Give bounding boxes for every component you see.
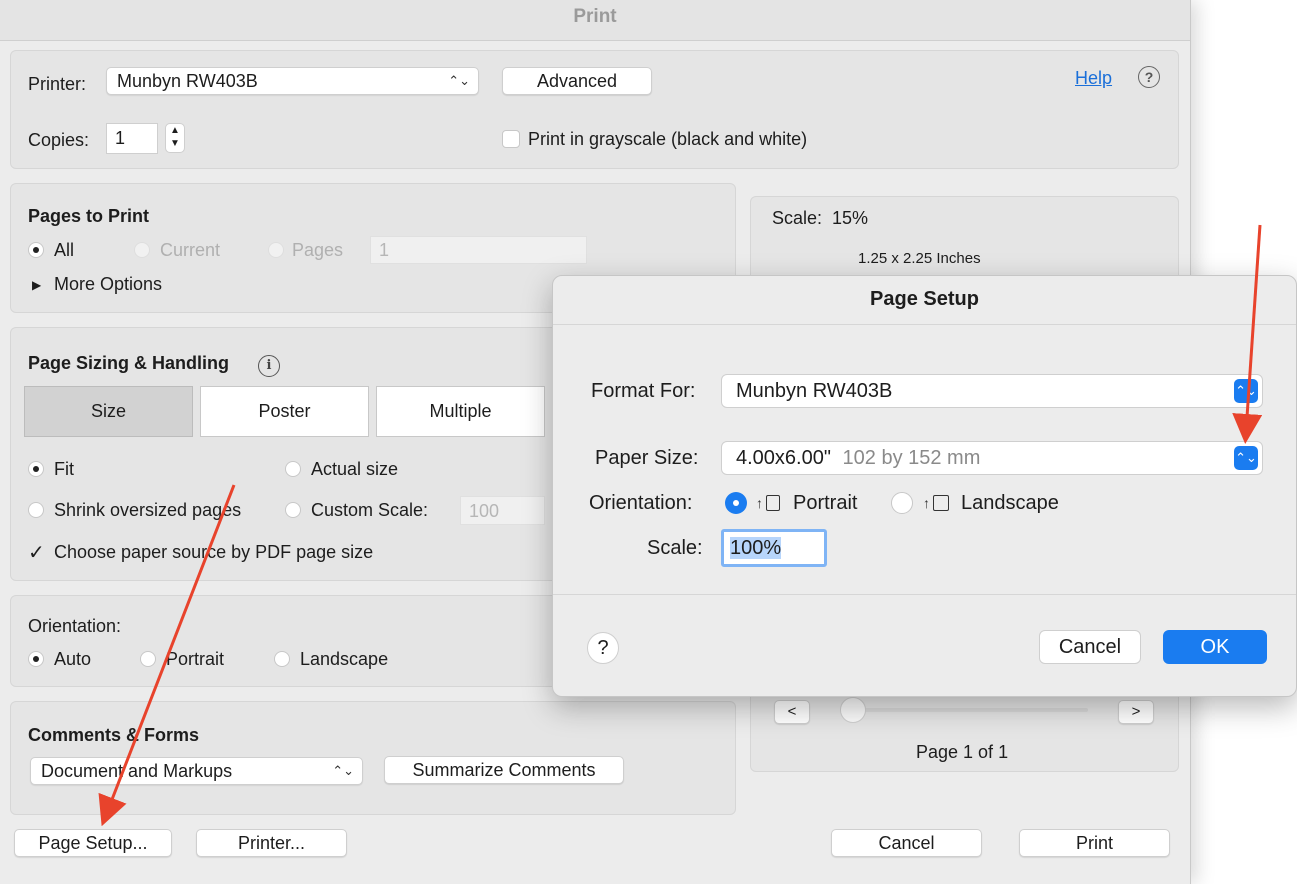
scale-input-value: 100%	[730, 537, 782, 559]
custom-scale-radio[interactable]	[285, 502, 301, 518]
cancel-button[interactable]: Cancel	[831, 829, 982, 857]
title-divider	[553, 324, 1296, 325]
landscape-icon	[933, 495, 949, 511]
fit-radio[interactable]	[28, 461, 44, 477]
auto-radio[interactable]	[28, 651, 44, 667]
page-setup-button[interactable]: Page Setup...	[14, 829, 172, 857]
format-for-value: Munbyn RW403B	[736, 380, 893, 402]
printer-label: Printer:	[28, 74, 87, 94]
shrink-label: Shrink oversized pages	[54, 500, 242, 520]
portrait-radio[interactable]	[725, 492, 747, 514]
grayscale-label: Print in grayscale (black and white)	[528, 129, 808, 149]
copies-input[interactable]: 1	[106, 123, 158, 154]
comments-select[interactable]: Document and Markups ⌃⌄	[30, 757, 363, 785]
page-sizing-heading: Page Sizing & Handling	[28, 353, 230, 373]
landscape-label: Landscape	[300, 649, 389, 669]
chevron-updown-icon: ⌃⌄	[1234, 446, 1258, 470]
help-icon[interactable]: ?	[1138, 66, 1160, 88]
actual-size-label: Actual size	[311, 459, 399, 479]
copies-label: Copies:	[28, 130, 90, 150]
page-indicator: Page 1 of 1	[916, 742, 1009, 762]
scale-label: Scale:	[647, 537, 703, 559]
all-label: All	[54, 240, 75, 260]
page-setup-dialog: Page Setup Format For: Munbyn RW403B ⌃⌄ …	[552, 275, 1297, 697]
next-page-button[interactable]: >	[1118, 700, 1154, 724]
current-radio[interactable]	[134, 242, 150, 258]
fit-label: Fit	[54, 459, 74, 479]
more-options-label[interactable]: More Options	[54, 274, 162, 295]
help-icon[interactable]: ?	[587, 632, 619, 664]
format-for-label: Format For:	[591, 380, 696, 402]
landscape-radio[interactable]	[274, 651, 290, 667]
tab-poster[interactable]: Poster	[200, 386, 369, 437]
paper-size-value: 4.00x6.00"	[736, 447, 831, 469]
advanced-button[interactable]: Advanced	[502, 67, 652, 95]
orientation-heading: Orientation:	[28, 616, 122, 636]
tab-multiple[interactable]: Multiple	[376, 386, 545, 437]
cancel-button[interactable]: Cancel	[1039, 630, 1141, 664]
landscape-label: Landscape	[961, 492, 1059, 514]
stepper-down-icon[interactable]: ▼	[166, 137, 184, 150]
checkmark-icon[interactable]: ✓	[28, 543, 45, 563]
stepper-up-icon[interactable]: ▲	[166, 124, 184, 137]
printer-select[interactable]: Munbyn RW403B ⌃⌄	[106, 67, 479, 95]
preview-size-text: 1.25 x 2.25 Inches	[858, 250, 981, 267]
actual-size-radio[interactable]	[285, 461, 301, 477]
paper-size-detail: 102 by 152 mm	[842, 447, 981, 469]
page-slider-thumb[interactable]	[840, 697, 866, 723]
grayscale-checkbox[interactable]	[502, 130, 520, 148]
up-arrow-icon: ↑	[923, 495, 930, 511]
up-arrow-icon: ↑	[756, 495, 763, 511]
paper-source-label: Choose paper source by PDF page size	[54, 542, 374, 562]
summarize-comments-button[interactable]: Summarize Comments	[384, 756, 624, 784]
portrait-label: Portrait	[793, 492, 858, 514]
current-label: Current	[160, 240, 221, 260]
printer-button[interactable]: Printer...	[196, 829, 347, 857]
pages-range-input[interactable]: 1	[370, 236, 587, 264]
portrait-icon	[766, 495, 780, 511]
chevron-updown-icon: ⌃⌄	[332, 763, 354, 778]
ok-button[interactable]: OK	[1163, 630, 1267, 664]
landscape-radio[interactable]	[891, 492, 913, 514]
prev-page-button[interactable]: <	[774, 700, 810, 724]
orientation-label: Orientation:	[589, 492, 693, 514]
comments-select-value: Document and Markups	[41, 761, 233, 781]
page-setup-title: Page Setup	[870, 288, 979, 310]
footer-divider	[553, 594, 1296, 595]
pages-radio[interactable]	[268, 242, 284, 258]
auto-label: Auto	[54, 649, 92, 669]
chevron-updown-icon: ⌃⌄	[1234, 379, 1258, 403]
portrait-radio[interactable]	[140, 651, 156, 667]
chevron-updown-icon: ⌃⌄	[448, 73, 470, 88]
print-title: Print	[0, 0, 1190, 41]
scale-input[interactable]: 100%	[721, 529, 827, 567]
page-slider-track[interactable]	[840, 708, 1088, 712]
custom-scale-label: Custom Scale:	[311, 500, 429, 520]
pages-to-print-heading: Pages to Print	[28, 206, 150, 226]
shrink-radio[interactable]	[28, 502, 44, 518]
tab-size[interactable]: Size	[24, 386, 193, 437]
help-link[interactable]: Help	[1075, 68, 1112, 89]
paper-size-label: Paper Size:	[595, 447, 699, 469]
pages-label: Pages	[292, 240, 344, 260]
custom-scale-input[interactable]: 100	[460, 496, 545, 525]
preview-scale-text: Scale: 15%	[772, 208, 869, 228]
copies-stepper[interactable]: ▲ ▼	[165, 123, 185, 153]
format-for-select[interactable]: Munbyn RW403B ⌃⌄	[721, 374, 1263, 408]
print-button[interactable]: Print	[1019, 829, 1170, 857]
printer-select-value: Munbyn RW403B	[117, 71, 258, 91]
all-radio[interactable]	[28, 242, 44, 258]
disclosure-triangle-icon[interactable]: ▶	[32, 278, 41, 292]
paper-size-select[interactable]: 4.00x6.00" 102 by 152 mm ⌃⌄	[721, 441, 1263, 475]
info-icon[interactable]: i	[258, 355, 280, 377]
portrait-label: Portrait	[166, 649, 225, 669]
comments-heading: Comments & Forms	[28, 725, 200, 745]
